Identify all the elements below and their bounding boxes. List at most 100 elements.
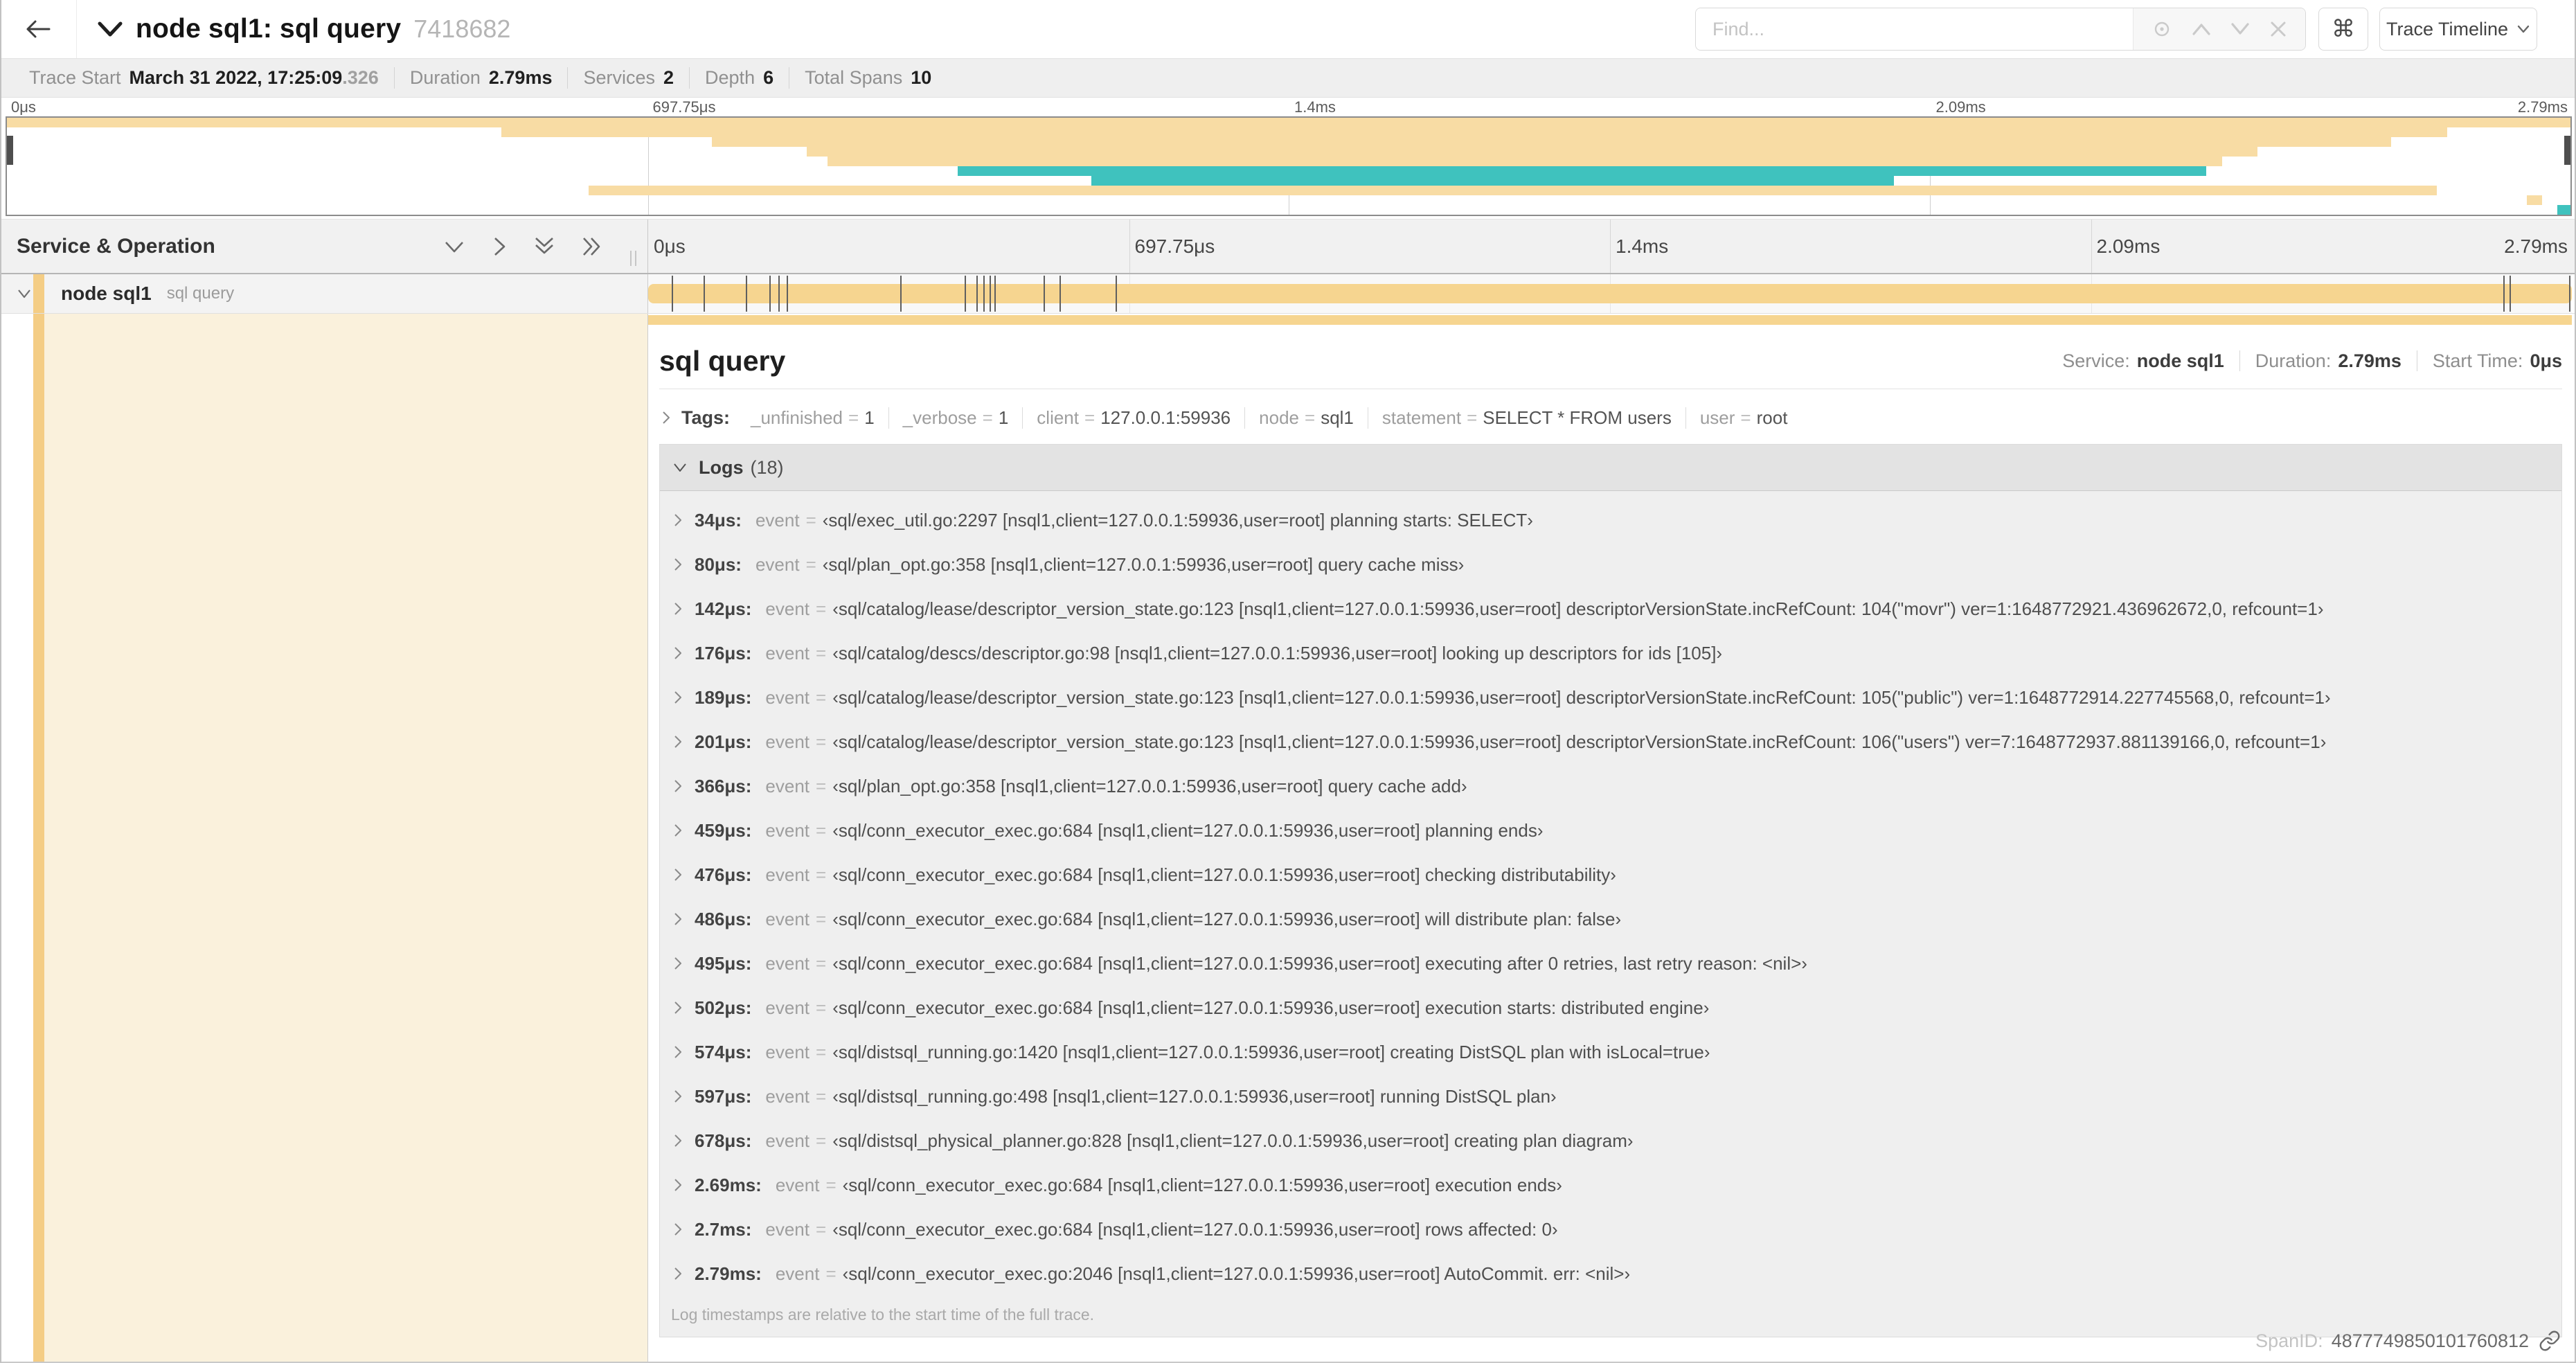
next-match-chevron-down-icon[interactable] bbox=[2230, 21, 2251, 37]
log-entry[interactable]: 2.69ms: event = ‹sql/conn_executor_exec.… bbox=[660, 1163, 2561, 1207]
minimap-span-bar bbox=[712, 137, 2391, 147]
log-timestamp: 476μs: bbox=[695, 864, 752, 885]
log-field-value: ‹sql/distsql_physical_planner.go:828 [ns… bbox=[832, 1130, 1634, 1151]
log-timestamp: 366μs: bbox=[695, 775, 752, 796]
log-field-key: event bbox=[765, 1085, 810, 1107]
log-marker-tick bbox=[994, 276, 996, 312]
start-time-value: 0μs bbox=[2530, 350, 2562, 371]
minimap-canvas[interactable] bbox=[6, 116, 2572, 216]
log-field-key: event bbox=[765, 952, 810, 974]
viewport-left-drag-handle[interactable] bbox=[7, 136, 13, 165]
log-equals: = bbox=[825, 1263, 837, 1284]
log-entry[interactable]: 476μs: event = ‹sql/conn_executor_exec.g… bbox=[660, 853, 2561, 897]
service-label: Service: bbox=[2062, 350, 2130, 371]
span-duration-bar[interactable] bbox=[648, 284, 2572, 303]
span-detail-panel: sql query Service: node sql1 Duration: 2… bbox=[648, 314, 2572, 1363]
focus-match-icon[interactable] bbox=[2152, 19, 2172, 39]
back-button[interactable] bbox=[0, 0, 77, 58]
tags-toggle-row[interactable]: Tags: _unfinished = 1 _verbose = 1 clien… bbox=[659, 398, 2562, 437]
log-timestamp: 201μs: bbox=[695, 731, 752, 752]
log-entry[interactable]: 34μs: event = ‹sql/exec_util.go:2297 [ns… bbox=[660, 498, 2561, 542]
tick-label: 2.79ms bbox=[2504, 235, 2568, 257]
log-entry[interactable]: 574μs: event = ‹sql/distsql_running.go:1… bbox=[660, 1030, 2561, 1074]
log-entry[interactable]: 142μs: event = ‹sql/catalog/lease/descri… bbox=[660, 587, 2561, 631]
tag-key: client bbox=[1037, 407, 1079, 428]
log-timestamp: 2.69ms: bbox=[695, 1174, 762, 1195]
log-timestamp: 459μs: bbox=[695, 819, 752, 841]
log-field-value: ‹sql/conn_executor_exec.go:2046 [nsql1,c… bbox=[842, 1263, 1631, 1284]
log-entry[interactable]: 189μs: event = ‹sql/catalog/lease/descri… bbox=[660, 675, 2561, 720]
column-resize-grip[interactable] bbox=[630, 251, 636, 266]
log-entry[interactable]: 502μs: event = ‹sql/conn_executor_exec.g… bbox=[660, 986, 2561, 1030]
span-id-value: 4877749850101760812 bbox=[2331, 1330, 2529, 1351]
log-entry[interactable]: 597μs: event = ‹sql/distsql_running.go:4… bbox=[660, 1074, 2561, 1119]
span-operation-name: sql query bbox=[166, 284, 235, 303]
chevron-down-icon bbox=[2516, 24, 2530, 34]
viewport-right-drag-handle[interactable] bbox=[2564, 136, 2570, 165]
chevron-right-icon bbox=[672, 778, 683, 794]
log-field-value: ‹sql/distsql_running.go:498 [nsql1,clien… bbox=[832, 1085, 1557, 1107]
minimap-span-bar bbox=[2557, 205, 2570, 215]
log-entry[interactable]: 495μs: event = ‹sql/conn_executor_exec.g… bbox=[660, 941, 2561, 986]
tick-label: 2.09ms bbox=[2096, 235, 2161, 257]
log-equals: = bbox=[816, 997, 827, 1018]
tick-label: 697.75μs bbox=[652, 98, 716, 116]
trace-summary-item: Total Spans 10 bbox=[789, 66, 947, 89]
minimap-span-bar bbox=[1091, 176, 1894, 186]
log-equals: = bbox=[816, 908, 827, 929]
log-entry[interactable]: 2.7ms: event = ‹sql/conn_executor_exec.g… bbox=[660, 1207, 2561, 1251]
view-select-button[interactable]: Trace Timeline bbox=[2379, 8, 2537, 51]
clear-find-x-icon[interactable] bbox=[2269, 20, 2287, 38]
collapse-one-chevron-down-icon[interactable] bbox=[442, 238, 466, 255]
ruler-gridline bbox=[1129, 220, 1130, 273]
span-row-track[interactable] bbox=[648, 274, 2572, 313]
log-entry[interactable]: 80μs: event = ‹sql/plan_opt.go:358 [nsql… bbox=[660, 542, 2561, 587]
log-field-key: event bbox=[765, 598, 810, 619]
summary-label: Depth bbox=[705, 66, 755, 88]
keyboard-shortcuts-button[interactable]: ⌘ bbox=[2318, 8, 2368, 51]
tag-equals: = bbox=[1305, 407, 1316, 428]
tag-item: client = 127.0.0.1:59936 bbox=[1022, 407, 1244, 429]
arrow-left-icon bbox=[24, 17, 52, 41]
log-entry[interactable]: 176μs: event = ‹sql/catalog/descs/descri… bbox=[660, 631, 2561, 675]
log-entry[interactable]: 366μs: event = ‹sql/plan_opt.go:358 [nsq… bbox=[660, 764, 2561, 808]
log-timestamp: 176μs: bbox=[695, 642, 752, 663]
expand-one-chevron-right-icon[interactable] bbox=[491, 235, 508, 258]
tag-value: 1 bbox=[998, 407, 1009, 428]
tag-key: node bbox=[1259, 407, 1299, 428]
log-entry[interactable]: 678μs: event = ‹sql/distsql_physical_pla… bbox=[660, 1119, 2561, 1163]
logs-toggle-header[interactable]: Logs (18) bbox=[660, 445, 2561, 491]
log-field-value: ‹sql/conn_executor_exec.go:684 [nsql1,cl… bbox=[832, 819, 1544, 841]
log-marker-tick bbox=[2568, 276, 2570, 312]
find-input[interactable] bbox=[1696, 8, 2133, 50]
log-entry[interactable]: 201μs: event = ‹sql/catalog/lease/descri… bbox=[660, 720, 2561, 764]
log-timestamp: 2.7ms: bbox=[695, 1218, 752, 1240]
command-icon: ⌘ bbox=[2332, 16, 2355, 42]
link-icon[interactable] bbox=[2539, 1330, 2561, 1352]
tag-key: _verbose bbox=[902, 407, 977, 428]
collapse-trace-chevron-down-icon[interactable] bbox=[96, 0, 125, 58]
collapse-all-double-chevron-down-icon[interactable] bbox=[533, 235, 556, 258]
span-collapse-chevron-down-icon[interactable] bbox=[17, 288, 32, 299]
prev-match-chevron-up-icon[interactable] bbox=[2191, 21, 2212, 37]
log-equals: = bbox=[816, 1041, 827, 1062]
timeline-ruler: 0μs 697.75μs 1.4ms 2.09ms 2.79ms bbox=[648, 220, 2572, 273]
log-equals: = bbox=[805, 553, 816, 575]
log-field-key: event bbox=[775, 1263, 820, 1284]
log-field-key: event bbox=[765, 997, 810, 1018]
minimap-span-bar bbox=[807, 147, 2258, 157]
log-timestamp: 574μs: bbox=[695, 1041, 752, 1062]
span-row[interactable]: node sql1 sql query bbox=[0, 274, 2576, 313]
log-entry[interactable]: 486μs: event = ‹sql/conn_executor_exec.g… bbox=[660, 897, 2561, 941]
log-entry[interactable]: 2.79ms: event = ‹sql/conn_executor_exec.… bbox=[660, 1251, 2561, 1296]
summary-value-fraction: .326 bbox=[342, 66, 379, 88]
trace-summary-item: Depth 6 bbox=[689, 66, 789, 89]
log-field-value: ‹sql/exec_util.go:2297 [nsql1,client=127… bbox=[822, 509, 1533, 531]
span-row-name-cell[interactable]: node sql1 sql query bbox=[0, 274, 648, 313]
tags-label: Tags: bbox=[681, 407, 731, 428]
log-equals: = bbox=[816, 686, 827, 708]
log-timestamp: 80μs: bbox=[695, 553, 742, 575]
expand-all-double-chevron-right-icon[interactable] bbox=[581, 235, 605, 258]
tag-equals: = bbox=[1084, 407, 1095, 428]
log-entry[interactable]: 459μs: event = ‹sql/conn_executor_exec.g… bbox=[660, 808, 2561, 853]
